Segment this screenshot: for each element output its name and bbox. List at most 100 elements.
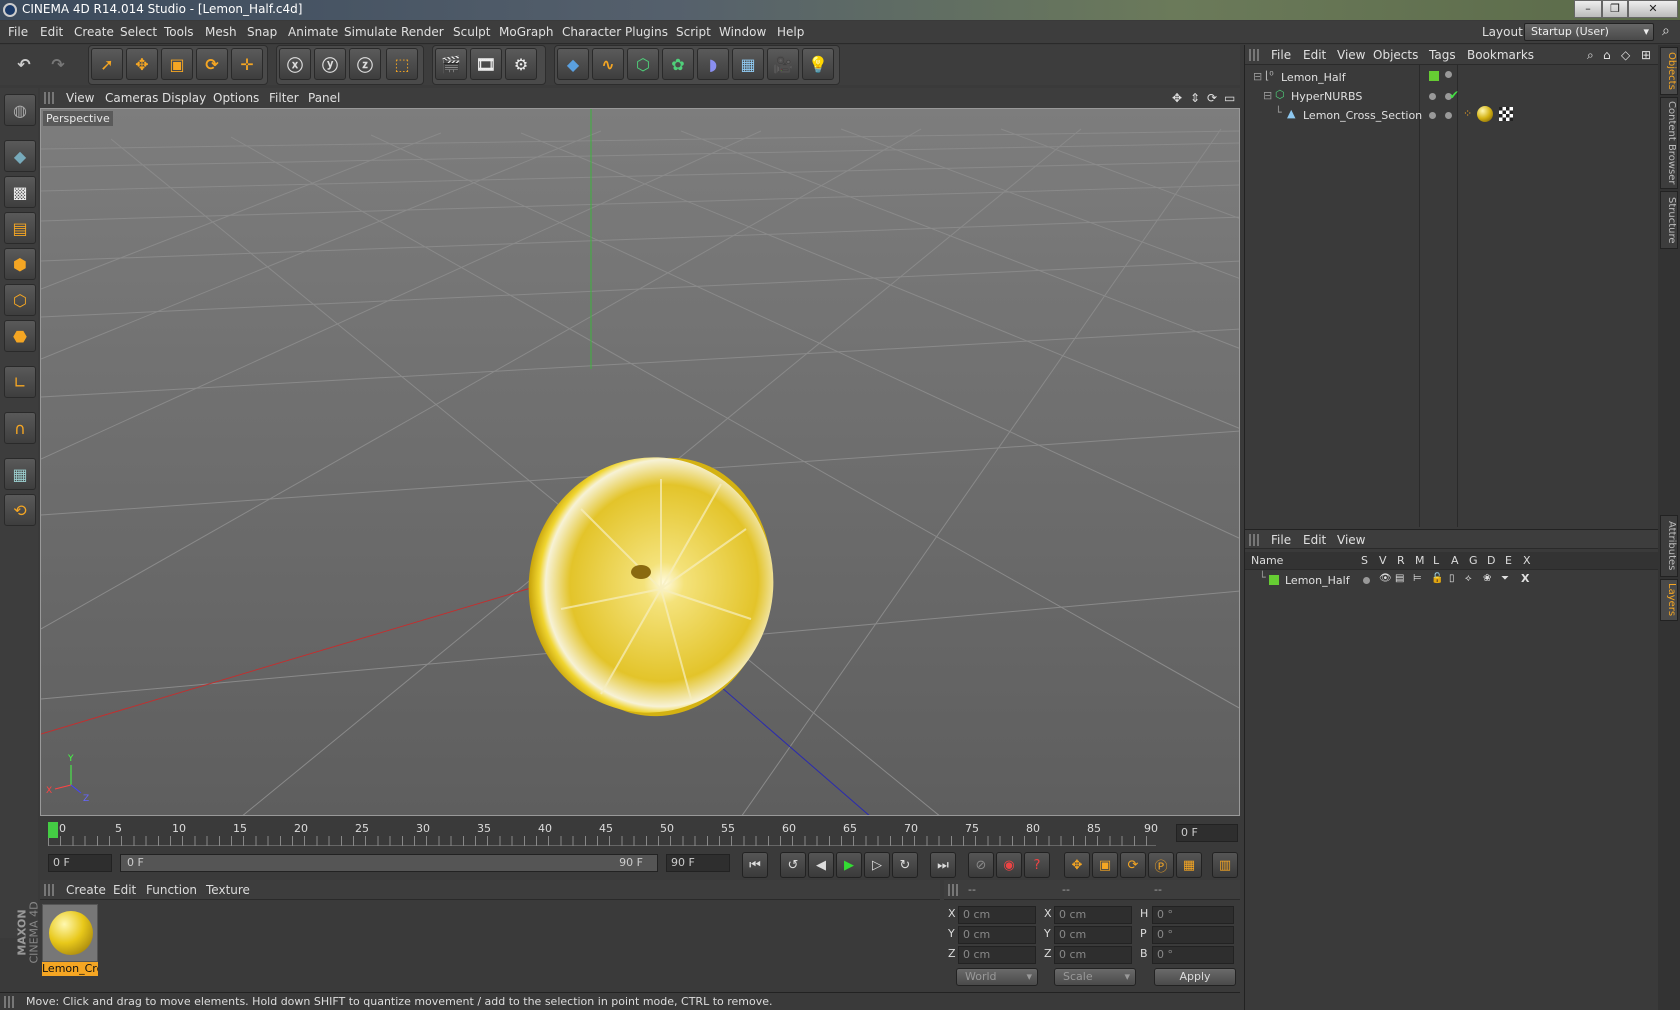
redo-icon[interactable]: ↷	[42, 48, 74, 80]
menu-select[interactable]: Select	[120, 25, 157, 39]
close-button[interactable]: ✕	[1628, 0, 1678, 18]
pos-z-field[interactable]: 0 cm	[958, 946, 1036, 964]
column-manager[interactable]: M	[1415, 554, 1425, 567]
previous-key-icon[interactable]: ↺	[780, 852, 806, 878]
xref-toggle-icon[interactable]: X	[1521, 572, 1529, 585]
go-to-start-icon[interactable]: ⏮	[742, 852, 768, 878]
column-generators[interactable]: G	[1469, 554, 1478, 567]
create-transform-icon[interactable]: ✛	[231, 48, 263, 80]
pos-x-field[interactable]: 0 cm	[958, 906, 1036, 924]
menu-file[interactable]: File	[8, 25, 28, 39]
edges-mode-icon[interactable]: ⬡	[4, 284, 36, 316]
key-parameter-icon[interactable]: Ⓟ	[1148, 852, 1174, 878]
cloner-icon[interactable]: ✿	[662, 48, 694, 80]
viewport-menu-filter[interactable]: Filter	[269, 91, 299, 105]
tab-layers[interactable]: Layers	[1660, 579, 1678, 621]
layer-row[interactable]: └ Lemon_Half 👁 ▤ ⊨ 🔓 ▯ ⟡ ❀ ⏷ X	[1245, 571, 1659, 591]
collapse-icon[interactable]: ⊟	[1253, 70, 1262, 83]
render-toggle-icon[interactable]: ▤	[1395, 573, 1404, 584]
ruler-track[interactable]: 0 5 10 15 20 25 30 35 40 45 50 55 60 65 …	[48, 822, 1158, 846]
editor-visibility-dot[interactable]	[1429, 93, 1436, 100]
search-icon[interactable]: ⌕	[1587, 48, 1594, 63]
render-picture-viewer-icon[interactable]: 🎞	[470, 48, 502, 80]
make-editable-icon[interactable]: ◍	[4, 94, 36, 126]
panel-grip-icon[interactable]	[1249, 49, 1259, 61]
panel-grip-icon[interactable]	[44, 884, 54, 896]
viewport-menu-options[interactable]: Options	[213, 91, 259, 105]
tab-objects[interactable]: Objects	[1660, 47, 1678, 95]
navigate-up-icon[interactable]: ◇	[1621, 48, 1630, 62]
floor-icon[interactable]: ▦	[732, 48, 764, 80]
y-axis-icon[interactable]: ⓨ	[314, 48, 346, 80]
z-axis-icon[interactable]: ⓩ	[349, 48, 381, 80]
lock-toggle-icon[interactable]: 🔓	[1431, 573, 1443, 584]
layout-dropdown[interactable]: Startup (User) ▾	[1524, 23, 1654, 41]
menu-create[interactable]: Create	[74, 25, 114, 39]
coordinate-system-icon[interactable]: ⬚	[386, 48, 418, 80]
solo-toggle-icon[interactable]	[1363, 577, 1370, 584]
timeline-ruler[interactable]: 0 5 10 15 20 25 30 35 40 45 50 55 60 65 …	[40, 818, 1240, 848]
menu-character[interactable]: Character	[562, 25, 621, 39]
layers-menu-edit[interactable]: Edit	[1303, 533, 1326, 547]
manager-toggle-icon[interactable]: ⊨	[1413, 573, 1422, 584]
undo-icon[interactable]: ↶	[8, 48, 40, 80]
layer-color-swatch[interactable]	[1429, 71, 1439, 81]
phong-tag-icon[interactable]: ⁘	[1463, 107, 1472, 120]
search-icon[interactable]: ⌕	[1662, 23, 1670, 39]
play-icon[interactable]: ▶	[836, 852, 862, 878]
object-name[interactable]: Lemon_Cross_Section	[1303, 109, 1422, 122]
menu-tools[interactable]: Tools	[164, 25, 194, 39]
tab-content-browser[interactable]: Content Browser	[1660, 97, 1678, 189]
key-pla-icon[interactable]: ▦	[1176, 852, 1202, 878]
rot-h-field[interactable]: 0 °	[1152, 906, 1234, 924]
menu-sculpt[interactable]: Sculpt	[453, 25, 490, 39]
layers-menu-file[interactable]: File	[1271, 533, 1291, 547]
key-scale-icon[interactable]: ▣	[1092, 852, 1118, 878]
objects-menu-view[interactable]: View	[1337, 48, 1365, 62]
menu-mograph[interactable]: MoGraph	[499, 25, 554, 39]
material-menu-texture[interactable]: Texture	[206, 883, 250, 897]
start-frame-field[interactable]: 0 F	[48, 854, 112, 872]
tab-structure[interactable]: Structure	[1660, 191, 1678, 249]
objects-menu-tags[interactable]: Tags	[1429, 48, 1456, 62]
viewport-zoom-icon[interactable]: ⇕	[1190, 91, 1200, 105]
axis-mode-icon[interactable]: ∟	[4, 366, 36, 398]
column-deformers[interactable]: D	[1487, 554, 1495, 567]
menu-help[interactable]: Help	[777, 25, 804, 39]
viewport-menu-panel[interactable]: Panel	[308, 91, 340, 105]
render-settings-icon[interactable]: ⚙	[505, 48, 537, 80]
column-animation[interactable]: A	[1451, 554, 1459, 567]
viewport-menu-cameras[interactable]: Cameras	[105, 91, 158, 105]
panel-grip-icon[interactable]	[948, 884, 958, 896]
object-row[interactable]: └ ▲ Lemon_Cross_Section ⁘	[1245, 106, 1659, 126]
deformer-icon[interactable]: ◗	[697, 48, 729, 80]
go-to-end-icon[interactable]: ⏭	[930, 852, 956, 878]
column-locked[interactable]: L	[1433, 554, 1439, 567]
planar-workplane-icon[interactable]: ⟲	[4, 494, 36, 526]
coord-scale-dropdown[interactable]: Scale ▾	[1054, 968, 1136, 986]
menu-render[interactable]: Render	[401, 25, 444, 39]
panel-grip-icon[interactable]	[1249, 534, 1259, 546]
objects-menu-edit[interactable]: Edit	[1303, 48, 1326, 62]
next-frame-icon[interactable]: ▷	[864, 852, 890, 878]
previous-frame-icon[interactable]: ◀	[808, 852, 834, 878]
minimize-button[interactable]: –	[1574, 0, 1602, 18]
new-panel-icon[interactable]: ⊞	[1641, 48, 1651, 62]
view-toggle-icon[interactable]: 👁	[1379, 573, 1392, 584]
layers-menu-view[interactable]: View	[1337, 533, 1365, 547]
snap-magnet-icon[interactable]: ∩	[4, 412, 36, 444]
size-x-field[interactable]: 0 cm	[1054, 906, 1132, 924]
move-icon[interactable]: ✥	[126, 48, 158, 80]
scale-icon[interactable]: ▣	[161, 48, 193, 80]
column-solo[interactable]: S	[1361, 554, 1368, 567]
column-expressions[interactable]: E	[1505, 554, 1512, 567]
autokey-icon[interactable]: ◉	[996, 852, 1022, 878]
viewport-rotate-icon[interactable]: ⟳	[1207, 91, 1217, 105]
spline-pen-icon[interactable]: ∿	[592, 48, 624, 80]
record-keys-icon[interactable]: ⊘	[968, 852, 994, 878]
pos-y-field[interactable]: 0 cm	[958, 926, 1036, 944]
key-position-icon[interactable]: ✥	[1064, 852, 1090, 878]
deformers-toggle-icon[interactable]: ❀	[1483, 573, 1491, 584]
objects-menu-file[interactable]: File	[1271, 48, 1291, 62]
object-row[interactable]: ⊟ ⌊⁰ Lemon_Half	[1245, 68, 1659, 88]
